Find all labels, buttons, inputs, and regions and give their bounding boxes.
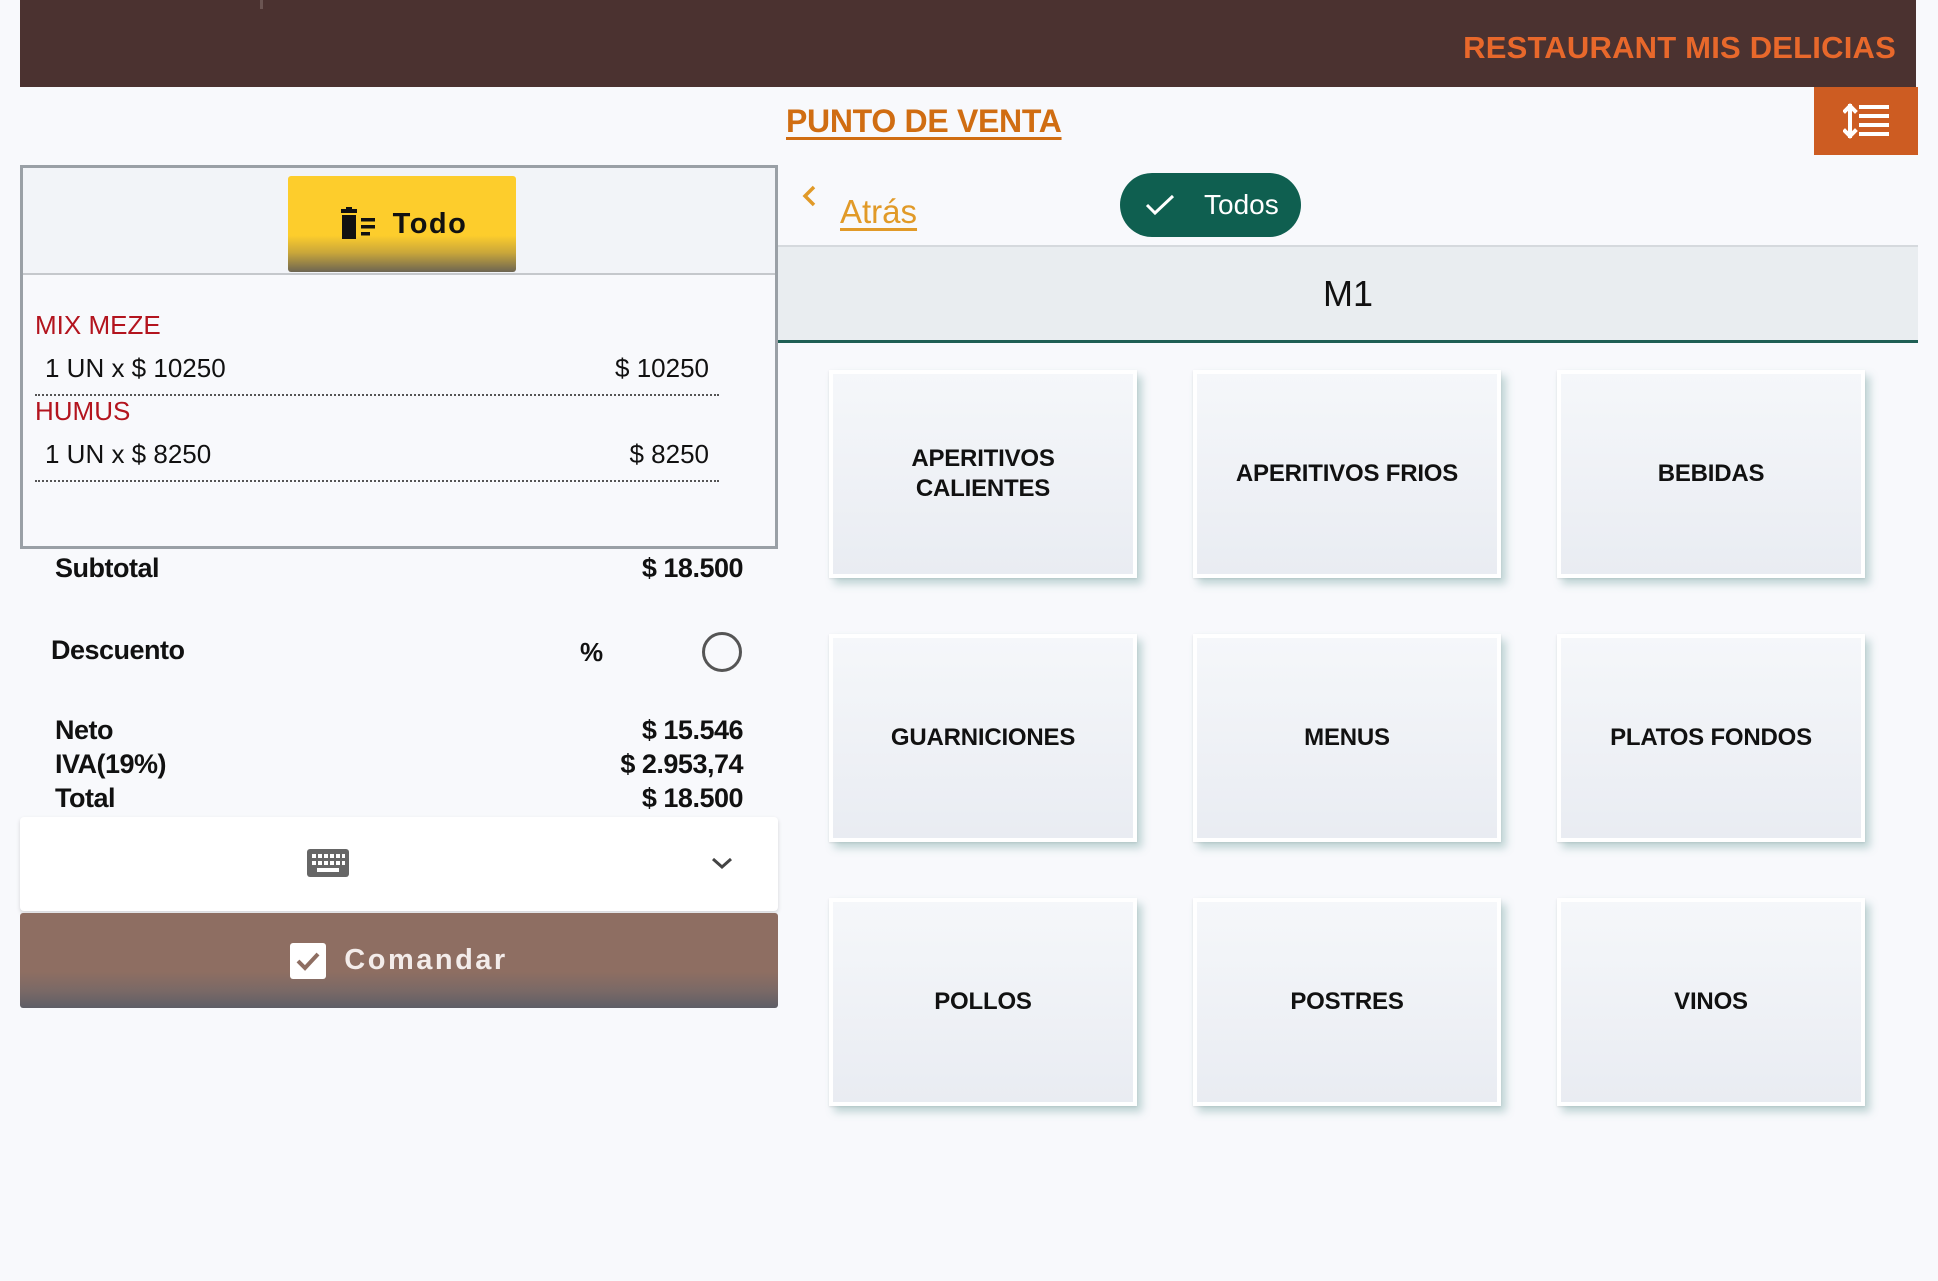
category-card[interactable]: GUARNICIONES: [829, 634, 1137, 842]
back-link[interactable]: Atrás: [800, 183, 917, 231]
page-title: PUNTO DE VENTA: [786, 103, 1062, 139]
neto-label: Neto: [55, 715, 114, 745]
order-panel-header: Todo: [23, 168, 775, 275]
chevron-down-icon[interactable]: [710, 855, 734, 871]
section-title: M1: [1322, 272, 1373, 314]
check-icon: [1145, 194, 1175, 216]
chevron-left-icon: [802, 185, 816, 207]
order-item-name: MIX MEZE: [35, 310, 161, 340]
discount-percent-symbol: %: [580, 637, 603, 667]
filter-chip-todos[interactable]: Todos: [1120, 173, 1301, 237]
clear-all-label: Todo: [392, 207, 468, 240]
sort-lines-icon: [1843, 103, 1889, 139]
comandar-button[interactable]: Comandar: [20, 913, 778, 1008]
category-label: APERITIVOS FRIOS: [1235, 460, 1459, 487]
order-item-qty: 1 UN x $ 8250: [45, 439, 212, 469]
top-bar: RESTAURANT MIS DELICIAS: [20, 0, 1916, 87]
trash-list-icon: [340, 207, 375, 239]
iva-label: IVA(19%): [55, 749, 167, 779]
order-item-amount: $ 10250: [615, 353, 709, 383]
sort-button[interactable]: [1814, 87, 1918, 155]
subtotal-row: Subtotal $ 18.500: [55, 553, 744, 584]
order-item-qty: 1 UN x $ 10250: [45, 353, 226, 383]
category-card[interactable]: MENUS: [1193, 634, 1501, 842]
order-item-line: 1 UN x $ 8250 $ 8250: [35, 427, 719, 482]
category-label: GUARNICIONES: [890, 724, 1076, 751]
category-card[interactable]: PLATOS FONDOS: [1557, 634, 1865, 842]
category-card[interactable]: APERITIVOS FRIOS: [1193, 370, 1501, 578]
subtotal-label: Subtotal: [55, 553, 160, 583]
total-value: $ 18.500: [641, 783, 744, 813]
section-header: M1: [778, 245, 1918, 343]
total-row: Total $ 18.500: [55, 783, 744, 814]
category-label: BEBIDAS: [1657, 460, 1765, 487]
back-label: Atrás: [840, 193, 918, 230]
order-item-amount: $ 8250: [629, 439, 709, 469]
category-label: PLATOS FONDOS: [1610, 724, 1812, 751]
category-card[interactable]: POSTRES: [1193, 898, 1501, 1106]
neto-value: $ 15.546: [641, 715, 744, 745]
order-item[interactable]: MIX MEZE 1 UN x $ 10250 $ 10250: [35, 310, 719, 396]
category-label: APERITIVOS CALIENTES: [911, 445, 1055, 502]
category-label: POSTRES: [1290, 988, 1404, 1015]
category-label: MENUS: [1304, 724, 1390, 751]
order-item-line: 1 UN x $ 10250 $ 10250: [35, 341, 719, 396]
discount-radio[interactable]: [702, 632, 742, 672]
clear-all-button[interactable]: Todo: [288, 176, 516, 272]
category-card[interactable]: POLLOS: [829, 898, 1137, 1106]
keyboard-icon[interactable]: [307, 849, 349, 877]
category-label: VINOS: [1674, 988, 1748, 1015]
neto-row: Neto $ 15.546: [55, 715, 744, 746]
order-item-name: HUMUS: [35, 396, 131, 426]
iva-row: IVA(19%) $ 2.953,74: [55, 749, 743, 780]
subtotal-value: $ 18.500: [641, 553, 744, 583]
category-card[interactable]: VINOS: [1557, 898, 1865, 1106]
category-label: POLLOS: [934, 988, 1032, 1015]
discount-label: Descuento: [51, 635, 185, 665]
checkbox-icon: [290, 942, 327, 979]
restaurant-name: RESTAURANT MIS DELICIAS: [1463, 30, 1896, 65]
filter-chip-label: Todos: [1204, 189, 1279, 220]
category-card[interactable]: APERITIVOS CALIENTES: [829, 370, 1137, 578]
comandar-label: Comandar: [344, 944, 508, 976]
order-item[interactable]: HUMUS 1 UN x $ 8250 $ 8250: [35, 396, 719, 482]
total-label: Total: [55, 783, 116, 813]
category-card[interactable]: BEBIDAS: [1557, 370, 1865, 578]
iva-value: $ 2.953,74: [620, 749, 743, 779]
keyboard-bar: [20, 817, 778, 911]
top-bar-divider: [260, 0, 263, 9]
